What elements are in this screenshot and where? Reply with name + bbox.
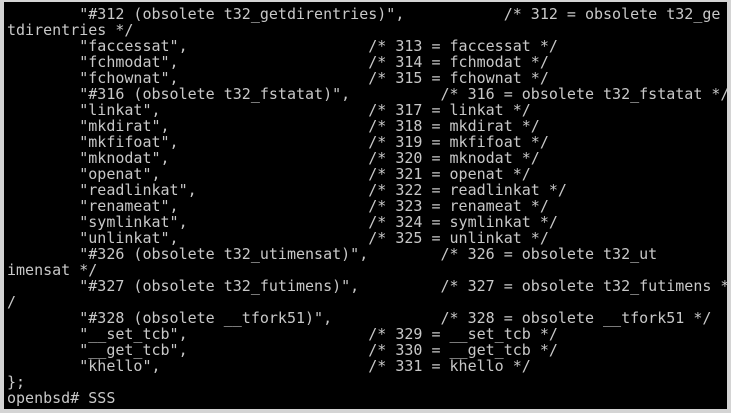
terminal-line: "#326 (obsolete t32_utimensat)", /* 326 … — [7, 245, 658, 263]
terminal-line: "#316 (obsolete t32_fstatat)", /* 316 = … — [7, 85, 727, 103]
terminal-line: "#328 (obsolete __tfork51)", /* 328 = ob… — [7, 309, 712, 327]
terminal-line: "fchmodat", /* 314 = fchmodat */ — [7, 53, 549, 71]
terminal-line: }; — [7, 373, 26, 391]
terminal-line: "linkat", /* 317 = linkat */ — [7, 101, 531, 119]
terminal-line: "mknodat", /* 320 = mknodat */ — [7, 149, 540, 167]
terminal-screen[interactable]: "#312 (obsolete t32_getdirentries)", /* … — [4, 2, 727, 409]
terminal-line: / — [7, 293, 17, 311]
terminal-line: "#327 (obsolete t32_futimens)", /* 327 =… — [7, 277, 727, 295]
terminal-line: "unlinkat", /* 325 = unlinkat */ — [7, 229, 549, 247]
terminal-prompt-line[interactable]: openbsd# SSS — [7, 390, 115, 406]
terminal-line: "renameat", /* 323 = renameat */ — [7, 197, 549, 215]
terminal-line: "__set_tcb", /* 329 = __set_tcb */ — [7, 325, 558, 343]
terminal-line: "mkdirat", /* 318 = mkdirat */ — [7, 117, 540, 135]
terminal-line: "__get_tcb", /* 330 = __get_tcb */ — [7, 341, 558, 359]
terminal-line: "fchownat", /* 315 = fchownat */ — [7, 69, 549, 87]
terminal-line: "openat", /* 321 = openat */ — [7, 165, 531, 183]
terminal-line: "mkfifoat", /* 319 = mkfifoat */ — [7, 133, 549, 151]
terminal-line: "readlinkat", /* 322 = readlinkat */ — [7, 181, 567, 199]
terminal-line: "symlinkat", /* 324 = symlinkat */ — [7, 213, 558, 231]
terminal-line: "faccessat", /* 313 = faccessat */ — [7, 37, 558, 55]
terminal-line: "#312 (obsolete t32_getdirentries)", /* … — [7, 5, 721, 23]
terminal-line: "khello", /* 331 = khello */ — [7, 357, 531, 375]
terminal-line: imensat */ — [7, 261, 98, 279]
terminal-line: tdirentries */ — [7, 21, 134, 39]
